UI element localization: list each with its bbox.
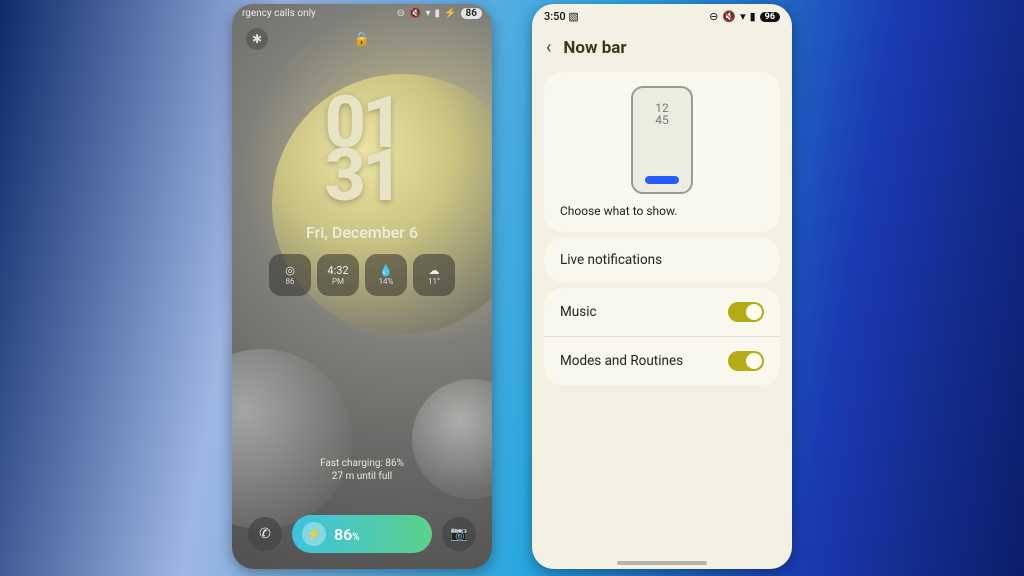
mute-icon: 🔇	[722, 10, 736, 23]
pct-value: 86	[334, 525, 352, 544]
status-icons: ⊖ 🔇 ▾ ▮ ⚡ 86	[397, 8, 482, 19]
phone-shortcut[interactable]: ✆	[248, 517, 282, 551]
mute-icon: 🔇	[409, 8, 421, 19]
wifi-icon: ▾	[426, 8, 431, 19]
wifi-icon: ▾	[740, 10, 746, 23]
preview-phone: 12 45	[631, 86, 693, 194]
charging-icon: ⚡	[444, 8, 456, 19]
row-label: Live notifications	[560, 252, 662, 268]
status-bar: 3:50 ▧ ⊖ 🔇 ▾ ▮ 96	[532, 4, 792, 25]
preview-clock-2: 45	[633, 114, 691, 126]
signal-icon: ▮	[750, 10, 756, 23]
status-icons: ⊖ 🔇 ▾ ▮ 96	[709, 10, 780, 23]
row-label: Modes and Routines	[560, 353, 683, 369]
widget-battery[interactable]: ◎ 86	[269, 254, 311, 296]
phone-settings: 3:50 ▧ ⊖ 🔇 ▾ ▮ 96 ‹ Now bar 12 45	[532, 4, 792, 569]
widget-value: 14%	[379, 277, 394, 286]
signal-icon: ▮	[435, 8, 441, 19]
widget-weather[interactable]: ☁ 11°	[413, 254, 455, 296]
preview-card: 12 45 Choose what to show.	[544, 72, 780, 232]
carrier-text: rgency calls only	[242, 8, 316, 19]
widget-alarm[interactable]: 4:32 PM	[317, 254, 359, 296]
row-live-notifications[interactable]: Live notifications	[544, 238, 780, 282]
now-bar-percent: 86%	[334, 525, 360, 544]
stage: rgency calls only ⊖ 🔇 ▾ ▮ ⚡ 86 ✱ 🔒 01 31…	[0, 0, 1024, 576]
battery-pill: 86	[461, 8, 482, 19]
camera-shortcut[interactable]: 📷	[442, 517, 476, 551]
preview-now-bar	[645, 176, 679, 184]
preview-clock: 12 45	[633, 102, 691, 126]
widget-sub: PM	[332, 277, 344, 286]
screenshot-icon: ▧	[568, 10, 578, 23]
time-text: 3:50	[544, 10, 566, 23]
dnd-icon: ⊖	[397, 8, 405, 19]
clock-minutes: 31	[232, 146, 492, 205]
assistant-chip[interactable]: ✱	[246, 28, 268, 50]
charging-status: Fast charging: 86% 27 m until full	[232, 457, 492, 483]
lock-bottom-row: ✆ ⚡ 86% 📷	[232, 515, 492, 553]
pct-unit: %	[352, 532, 359, 543]
lock-date: Fri, December 6	[232, 223, 492, 242]
page-title: Now bar	[563, 38, 626, 58]
widget-value: 11°	[428, 277, 440, 286]
wallpaper-sphere	[232, 349, 352, 529]
widget-humidity[interactable]: 💧 14%	[365, 254, 407, 296]
live-notifications-group: Live notifications	[544, 238, 780, 282]
battery-pill: 96	[760, 12, 780, 22]
charging-line-1: Fast charging: 86%	[232, 457, 492, 470]
lock-widgets: ◎ 86 4:32 PM 💧 14% ☁ 11°	[232, 254, 492, 296]
bolt-icon: ⚡	[302, 522, 326, 546]
lock-clock: 01 31	[232, 93, 492, 205]
toggle-modes-routines[interactable]	[728, 351, 764, 371]
status-time: 3:50 ▧	[544, 10, 579, 23]
now-bar-pill[interactable]: ⚡ 86%	[292, 515, 432, 553]
preview-caption: Choose what to show.	[560, 204, 677, 218]
toggles-group: Music Modes and Routines	[544, 288, 780, 385]
status-bar: rgency calls only ⊖ 🔇 ▾ ▮ ⚡ 86	[232, 4, 492, 21]
toggle-music[interactable]	[728, 302, 764, 322]
row-label: Music	[560, 304, 597, 320]
widget-icon: ◎	[285, 264, 295, 277]
charging-line-2: 27 m until full	[232, 470, 492, 483]
widget-value: 4:32	[327, 264, 348, 277]
dnd-icon: ⊖	[709, 10, 718, 23]
page-header: ‹ Now bar	[532, 25, 792, 66]
gesture-bar[interactable]	[617, 561, 707, 565]
widget-icon: 💧	[379, 264, 393, 277]
phone-lockscreen: rgency calls only ⊖ 🔇 ▾ ▮ ⚡ 86 ✱ 🔒 01 31…	[232, 4, 492, 569]
row-music[interactable]: Music	[544, 288, 780, 336]
widget-icon: ☁	[429, 264, 440, 277]
back-button[interactable]: ‹	[546, 37, 551, 58]
widget-value: 86	[286, 277, 295, 286]
lock-icon: 🔒	[354, 32, 370, 47]
row-modes-routines[interactable]: Modes and Routines	[544, 336, 780, 385]
